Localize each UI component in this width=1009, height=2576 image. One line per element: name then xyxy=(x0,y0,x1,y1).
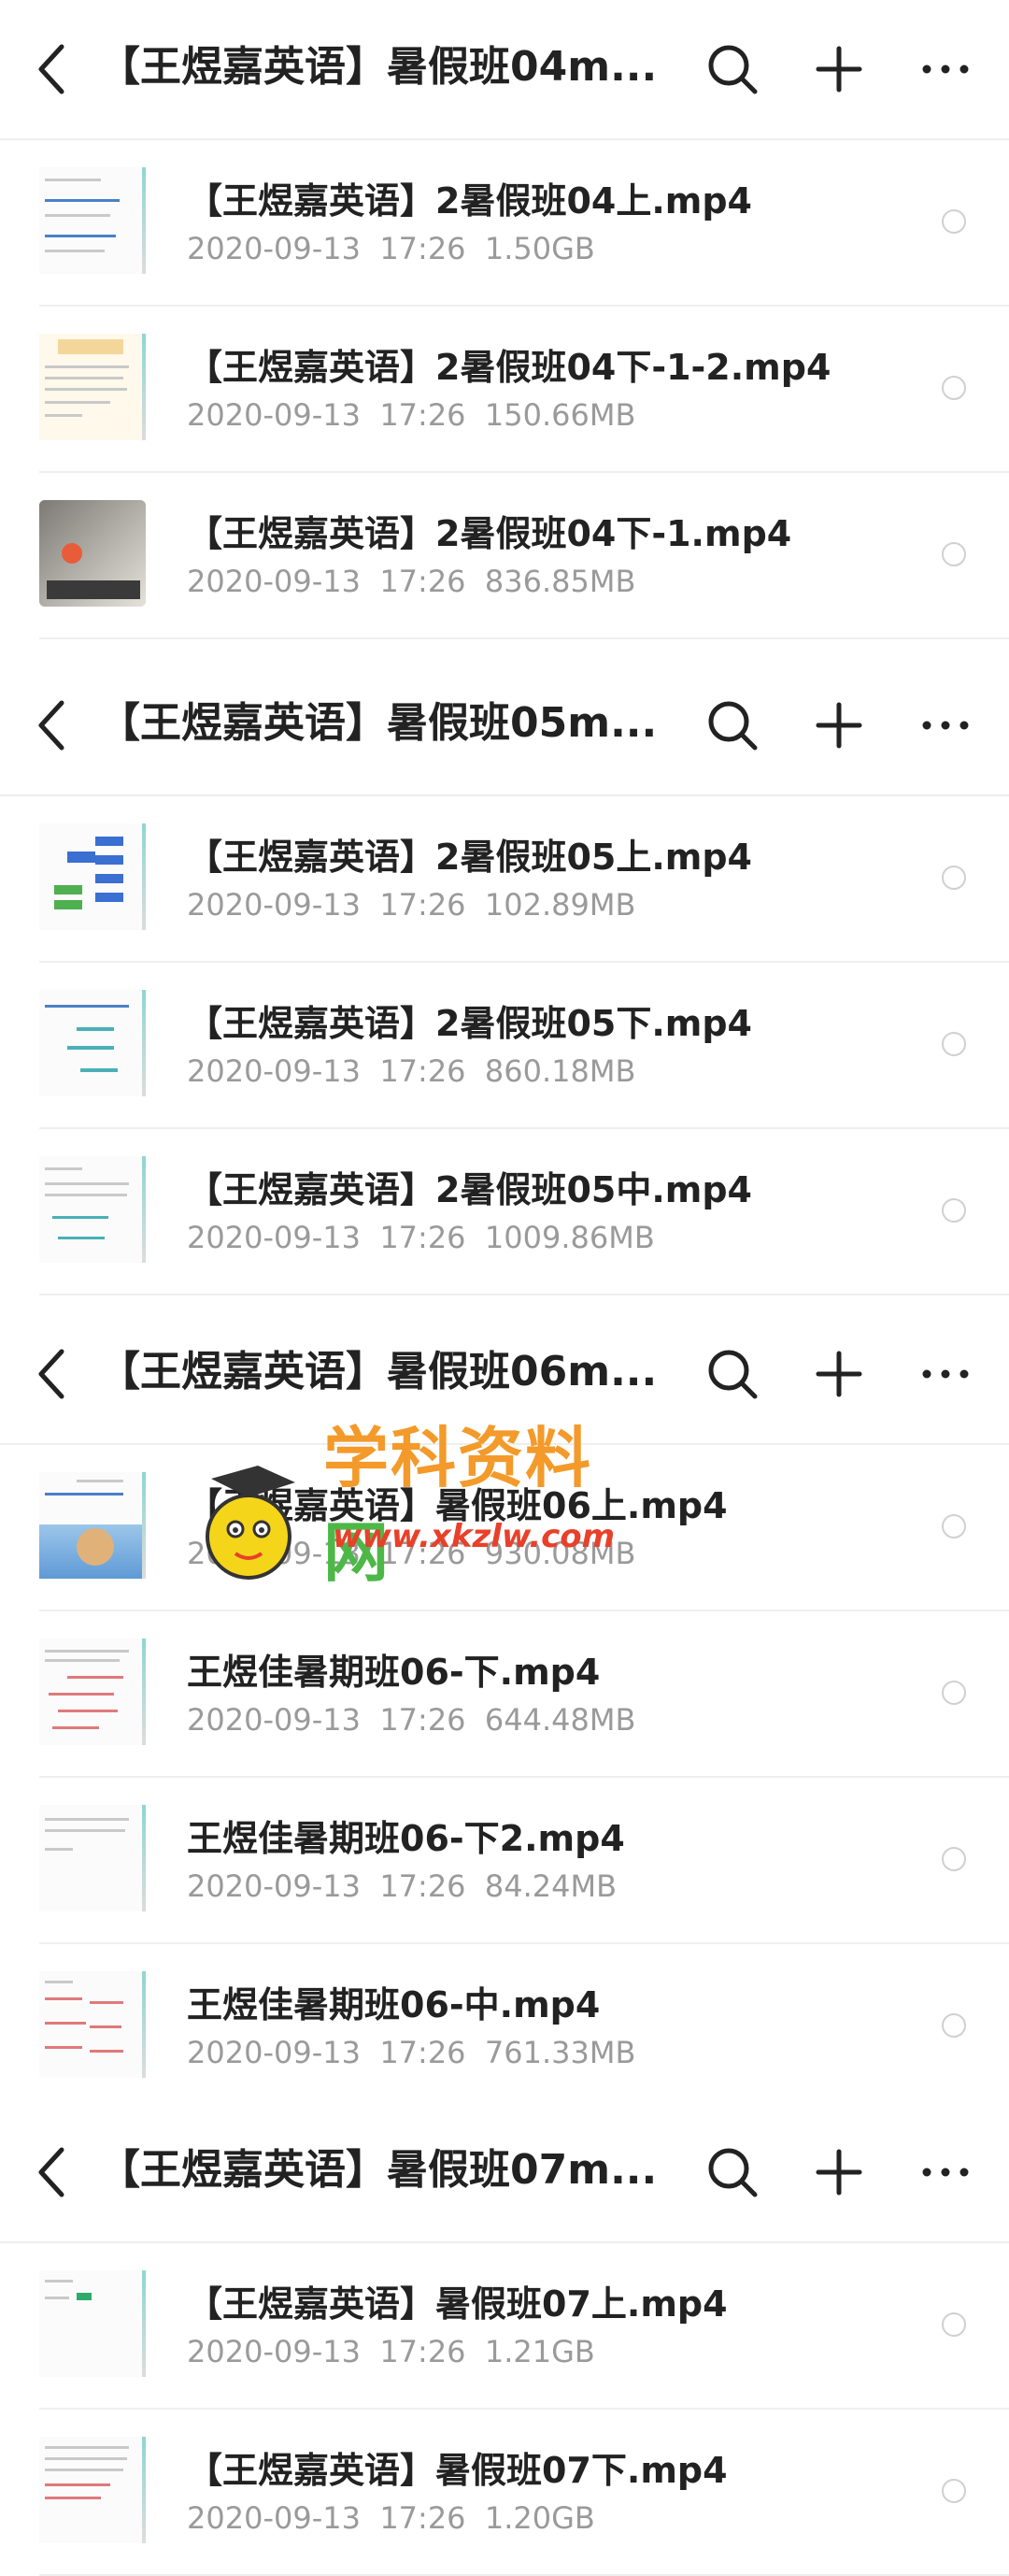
folder-header: 【王煜嘉英语】暑假班07m... xyxy=(0,2103,1009,2243)
file-meta: 2020-09-13 17:26 1.21GB xyxy=(187,2334,595,2369)
chevron-left-icon[interactable] xyxy=(34,1346,71,1402)
file-row[interactable]: 【王煜嘉英语】暑假班07下.mp4 2020-09-13 17:26 1.20G… xyxy=(0,2410,1009,2576)
file-name: 【王煜嘉英语】2暑假班04下-1.mp4 xyxy=(187,513,792,554)
search-icon[interactable] xyxy=(704,697,760,753)
folder-title: 【王煜嘉英语】暑假班04m... xyxy=(99,43,658,91)
file-name: 【王煜嘉英语】2暑假班04下-1-2.mp4 xyxy=(187,347,831,388)
row-divider xyxy=(39,1294,1009,1295)
folder-header: 【王煜嘉英语】暑假班06m... xyxy=(0,1305,1009,1445)
plus-icon[interactable] xyxy=(811,1346,867,1402)
video-thumbnail xyxy=(39,2270,146,2377)
file-row[interactable]: 【王煜嘉英语】2暑假班04下-1-2.mp4 2020-09-13 17:26 … xyxy=(0,307,1009,473)
select-radio[interactable] xyxy=(942,2479,966,2503)
folder-section-06: 【王煜嘉英语】暑假班06m... 【王煜嘉英语】暑假班06上.mp4 2020-… xyxy=(0,1305,1009,2111)
video-thumbnail xyxy=(39,823,146,930)
video-thumbnail xyxy=(39,1805,146,1911)
file-row[interactable]: 【王煜嘉英语】2暑假班04下-1.mp4 2020-09-13 17:26 83… xyxy=(0,473,1009,639)
video-thumbnail xyxy=(39,1639,146,1745)
file-meta: 2020-09-13 17:26 761.33MB xyxy=(187,2035,636,2070)
video-thumbnail xyxy=(39,167,146,274)
plus-icon[interactable] xyxy=(811,2144,867,2200)
file-meta: 2020-09-13 17:26 930.08MB xyxy=(187,1536,636,1571)
folder-title: 【王煜嘉英语】暑假班07m... xyxy=(99,2146,658,2194)
video-thumbnail xyxy=(39,1156,146,1263)
file-row[interactable]: 【王煜嘉英语】2暑假班05上.mp4 2020-09-13 17:26 102.… xyxy=(0,796,1009,963)
file-meta: 2020-09-13 17:26 150.66MB xyxy=(187,397,636,433)
video-thumbnail xyxy=(39,500,146,607)
select-radio[interactable] xyxy=(942,2312,966,2337)
file-meta: 2020-09-13 17:26 84.24MB xyxy=(187,1868,618,1904)
file-meta: 2020-09-13 17:26 644.48MB xyxy=(187,1702,636,1738)
search-icon[interactable] xyxy=(704,1346,760,1402)
file-meta: 2020-09-13 17:26 836.85MB xyxy=(187,564,636,599)
file-row[interactable]: 【王煜嘉英语】暑假班06上.mp4 2020-09-13 17:26 930.0… xyxy=(0,1445,1009,1611)
more-dots-icon[interactable] xyxy=(917,2144,973,2200)
select-radio[interactable] xyxy=(942,1032,966,1056)
file-meta: 2020-09-13 17:26 1009.86MB xyxy=(187,1220,655,1255)
file-row[interactable]: 【王煜嘉英语】2暑假班05下.mp4 2020-09-13 17:26 860.… xyxy=(0,963,1009,1129)
folder-title: 【王煜嘉英语】暑假班06m... xyxy=(99,1348,658,1395)
file-row[interactable]: 【王煜嘉英语】暑假班07上.mp4 2020-09-13 17:26 1.21G… xyxy=(0,2243,1009,2410)
chevron-left-icon[interactable] xyxy=(34,697,71,753)
file-name: 王煜佳暑期班06-下.mp4 xyxy=(187,1652,601,1693)
select-radio[interactable] xyxy=(942,866,966,890)
select-radio[interactable] xyxy=(942,542,966,566)
folder-section-05: 【王煜嘉英语】暑假班05m... 【王煜嘉英语】2暑假班05上.mp4 2020… xyxy=(0,656,1009,1295)
folder-section-04: 【王煜嘉英语】暑假班04m... 【王煜嘉英语】2暑假班04上.mp4 2020… xyxy=(0,0,1009,639)
more-dots-icon[interactable] xyxy=(917,697,973,753)
file-name: 【王煜嘉英语】暑假班07下.mp4 xyxy=(187,2450,728,2491)
select-radio[interactable] xyxy=(942,376,966,400)
more-dots-icon[interactable] xyxy=(917,1346,973,1402)
file-name: 【王煜嘉英语】2暑假班05中.mp4 xyxy=(187,1169,752,1210)
file-row[interactable]: 王煜佳暑期班06-下2.mp4 2020-09-13 17:26 84.24MB xyxy=(0,1778,1009,1944)
plus-icon[interactable] xyxy=(811,41,867,97)
video-thumbnail xyxy=(39,1472,146,1579)
video-thumbnail xyxy=(39,334,146,440)
row-divider xyxy=(39,637,1009,639)
file-name: 【王煜嘉英语】2暑假班05下.mp4 xyxy=(187,1003,752,1044)
file-name: 【王煜嘉英语】2暑假班04上.mp4 xyxy=(187,180,752,222)
file-name: 【王煜嘉英语】暑假班06上.mp4 xyxy=(187,1485,728,1526)
file-name: 王煜佳暑期班06-下2.mp4 xyxy=(187,1818,625,1859)
video-thumbnail xyxy=(39,2437,146,2543)
chevron-left-icon[interactable] xyxy=(34,41,71,97)
file-row[interactable]: 王煜佳暑期班06-中.mp4 2020-09-13 17:26 761.33MB xyxy=(0,1944,1009,2111)
file-name: 【王煜嘉英语】暑假班07上.mp4 xyxy=(187,2283,728,2325)
select-radio[interactable] xyxy=(942,1681,966,1705)
folder-header: 【王煜嘉英语】暑假班05m... xyxy=(0,656,1009,796)
more-dots-icon[interactable] xyxy=(917,41,973,97)
file-meta: 2020-09-13 17:26 1.20GB xyxy=(187,2500,595,2536)
select-radio[interactable] xyxy=(942,1847,966,1871)
file-row[interactable]: 【王煜嘉英语】2暑假班04上.mp4 2020-09-13 17:26 1.50… xyxy=(0,140,1009,307)
video-thumbnail xyxy=(39,990,146,1096)
search-icon[interactable] xyxy=(704,2144,760,2200)
file-name: 王煜佳暑期班06-中.mp4 xyxy=(187,1984,601,2025)
file-row[interactable]: 【王煜嘉英语】2暑假班05中.mp4 2020-09-13 17:26 1009… xyxy=(0,1129,1009,1295)
file-name: 【王煜嘉英语】2暑假班05上.mp4 xyxy=(187,837,752,878)
select-radio[interactable] xyxy=(942,1198,966,1223)
select-radio[interactable] xyxy=(942,1514,966,1538)
file-row[interactable]: 王煜佳暑期班06-下.mp4 2020-09-13 17:26 644.48MB xyxy=(0,1611,1009,1778)
plus-icon[interactable] xyxy=(811,697,867,753)
file-meta: 2020-09-13 17:26 1.50GB xyxy=(187,231,595,266)
folder-header: 【王煜嘉英语】暑假班04m... xyxy=(0,0,1009,140)
search-icon[interactable] xyxy=(704,41,760,97)
chevron-left-icon[interactable] xyxy=(34,2144,71,2200)
select-radio[interactable] xyxy=(942,2013,966,2038)
select-radio[interactable] xyxy=(942,209,966,234)
file-meta: 2020-09-13 17:26 102.89MB xyxy=(187,887,636,923)
folder-title: 【王煜嘉英语】暑假班05m... xyxy=(99,699,658,747)
folder-section-07: 【王煜嘉英语】暑假班07m... 【王煜嘉英语】暑假班07上.mp4 2020-… xyxy=(0,2103,1009,2576)
file-meta: 2020-09-13 17:26 860.18MB xyxy=(187,1053,636,1089)
video-thumbnail xyxy=(39,1971,146,2078)
